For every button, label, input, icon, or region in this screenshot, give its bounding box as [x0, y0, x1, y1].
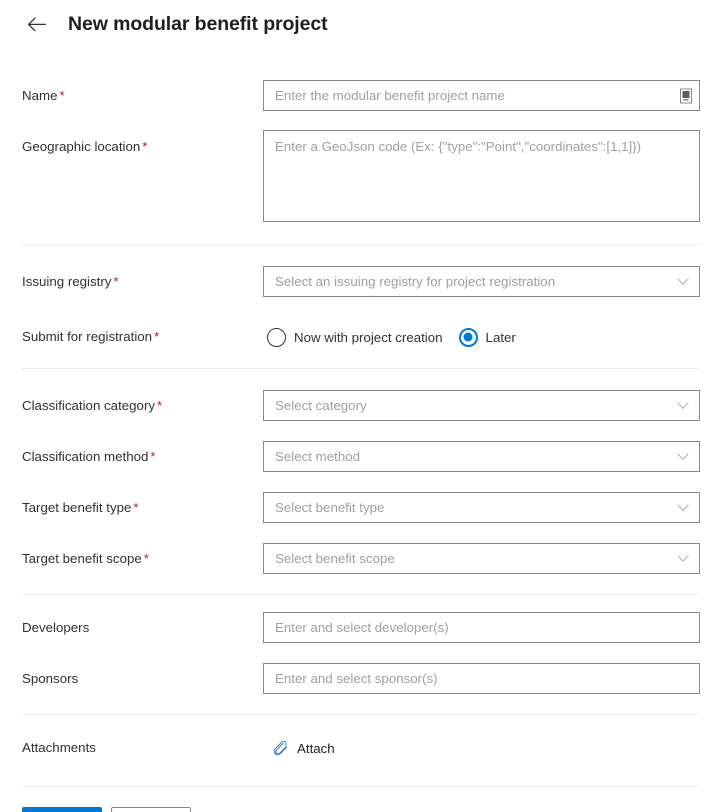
issuing-registry-dropdown[interactable]: Select an issuing registry for project r…: [263, 266, 700, 297]
field-row-geographic-location: Geographic location *: [0, 130, 722, 222]
label-classification-category-text: Classification category: [22, 398, 156, 413]
cancel-button[interactable]: Cancel: [111, 807, 191, 812]
label-name: Name *: [22, 80, 263, 112]
control-target-benefit-scope: Select benefit scope: [263, 543, 700, 574]
target-benefit-scope-dropdown-text: Select benefit scope: [275, 551, 395, 566]
chevron-down-icon: [677, 554, 689, 563]
footer-divider: [22, 786, 700, 787]
field-row-target-benefit-scope: Target benefit scope * Select benefit sco…: [0, 543, 722, 577]
required-asterisk: *: [142, 139, 148, 154]
field-row-classification-category: Classification category * Select category: [0, 390, 722, 424]
label-issuing-registry-text: Issuing registry: [22, 274, 112, 289]
target-benefit-type-dropdown[interactable]: Select benefit type: [263, 492, 700, 523]
target-benefit-scope-dropdown[interactable]: Select benefit scope: [263, 543, 700, 574]
geographic-location-textarea[interactable]: [263, 130, 700, 222]
create-button[interactable]: Create: [22, 807, 102, 812]
label-attachments-text: Attachments: [22, 740, 96, 755]
required-asterisk: *: [143, 551, 149, 566]
control-developers: [263, 612, 700, 643]
label-attachments: Attachments: [22, 732, 263, 764]
label-sponsors-text: Sponsors: [22, 671, 79, 686]
section-divider-2: [22, 368, 700, 369]
field-row-issuing-registry: Issuing registry * Select an issuing regi…: [0, 266, 722, 300]
label-submit-for-registration-text: Submit for registration: [22, 329, 153, 344]
control-target-benefit-type: Select benefit type: [263, 492, 700, 523]
classification-method-dropdown-text: Select method: [275, 449, 361, 464]
classification-category-dropdown-text: Select category: [275, 398, 367, 413]
label-classification-method-text: Classification method: [22, 449, 149, 464]
label-geographic-location-text: Geographic location: [22, 139, 141, 154]
field-row-target-benefit-type: Target benefit type * Select benefit type: [0, 492, 722, 526]
name-field-wrap: [263, 80, 700, 111]
submit-for-registration-radio-group: Now with project creation Later: [263, 321, 700, 353]
radio-option-now-with-project-creation[interactable]: Now with project creation: [267, 327, 443, 347]
required-asterisk: *: [154, 329, 160, 344]
radio-option-later[interactable]: Later: [458, 327, 516, 347]
required-asterisk: *: [157, 398, 163, 413]
field-row-attachments: Attachments Attach: [0, 732, 722, 766]
page-title: New modular benefit project: [68, 12, 328, 35]
name-input[interactable]: [263, 80, 700, 111]
control-classification-category: Select category: [263, 390, 700, 421]
section-divider-1: [22, 244, 700, 245]
control-submit-for-registration: Now with project creation Later: [263, 321, 700, 353]
attach-label: Attach: [297, 740, 335, 756]
label-target-benefit-scope: Target benefit scope *: [22, 543, 263, 575]
radio-circle-selected-icon: [458, 327, 478, 347]
field-row-submit-for-registration: Submit for registration * Now with projec…: [0, 321, 722, 355]
label-issuing-registry: Issuing registry *: [22, 266, 263, 298]
panel-header: New modular benefit project: [0, 0, 722, 48]
required-asterisk: *: [113, 274, 119, 289]
label-sponsors: Sponsors: [22, 663, 263, 695]
control-sponsors: [263, 663, 700, 694]
chevron-down-icon: [677, 401, 689, 410]
required-asterisk: *: [59, 88, 65, 103]
field-row-classification-method: Classification method * Select method: [0, 441, 722, 475]
attach-button[interactable]: Attach: [263, 732, 335, 764]
label-classification-method: Classification method *: [22, 441, 263, 473]
sponsors-input[interactable]: [263, 663, 700, 694]
radio-circle-icon: [267, 327, 286, 347]
radio-label-now: Now with project creation: [294, 329, 443, 345]
panel-footer: Create Cancel: [0, 807, 722, 812]
label-name-text: Name: [22, 88, 58, 103]
chevron-down-icon: [677, 503, 689, 512]
label-target-benefit-type: Target benefit type *: [22, 492, 263, 524]
target-benefit-type-dropdown-text: Select benefit type: [275, 500, 385, 515]
text-entry-indicator-icon[interactable]: [679, 87, 693, 104]
label-developers: Developers: [22, 612, 263, 644]
chevron-down-icon: [677, 277, 689, 286]
arrow-left-icon: [27, 16, 46, 32]
control-name: [263, 80, 700, 111]
label-geographic-location: Geographic location *: [22, 130, 263, 157]
label-target-benefit-scope-text: Target benefit scope: [22, 551, 142, 566]
paperclip-icon: [272, 740, 288, 756]
label-classification-category: Classification category *: [22, 390, 263, 422]
developers-input[interactable]: [263, 612, 700, 643]
field-row-developers: Developers: [0, 612, 722, 646]
field-row-sponsors: Sponsors: [0, 663, 722, 697]
section-divider-3: [22, 594, 700, 595]
control-classification-method: Select method: [263, 441, 700, 472]
control-attachments: Attach: [263, 732, 700, 764]
control-issuing-registry: Select an issuing registry for project r…: [263, 266, 700, 297]
classification-method-dropdown[interactable]: Select method: [263, 441, 700, 472]
chevron-down-icon: [677, 452, 689, 461]
control-geographic-location: [263, 130, 700, 222]
section-divider-4: [22, 714, 700, 715]
issuing-registry-dropdown-text: Select an issuing registry for project r…: [275, 274, 556, 289]
field-row-name: Name *: [0, 80, 722, 114]
label-submit-for-registration: Submit for registration *: [22, 321, 263, 353]
classification-category-dropdown[interactable]: Select category: [263, 390, 700, 421]
back-button[interactable]: [22, 10, 50, 38]
label-target-benefit-type-text: Target benefit type: [22, 500, 132, 515]
required-asterisk: *: [133, 500, 139, 515]
label-developers-text: Developers: [22, 620, 90, 635]
required-asterisk: *: [150, 449, 156, 464]
radio-label-later: Later: [485, 329, 516, 345]
new-modular-benefit-project-panel: New modular benefit project Name* Geogra…: [0, 0, 722, 812]
